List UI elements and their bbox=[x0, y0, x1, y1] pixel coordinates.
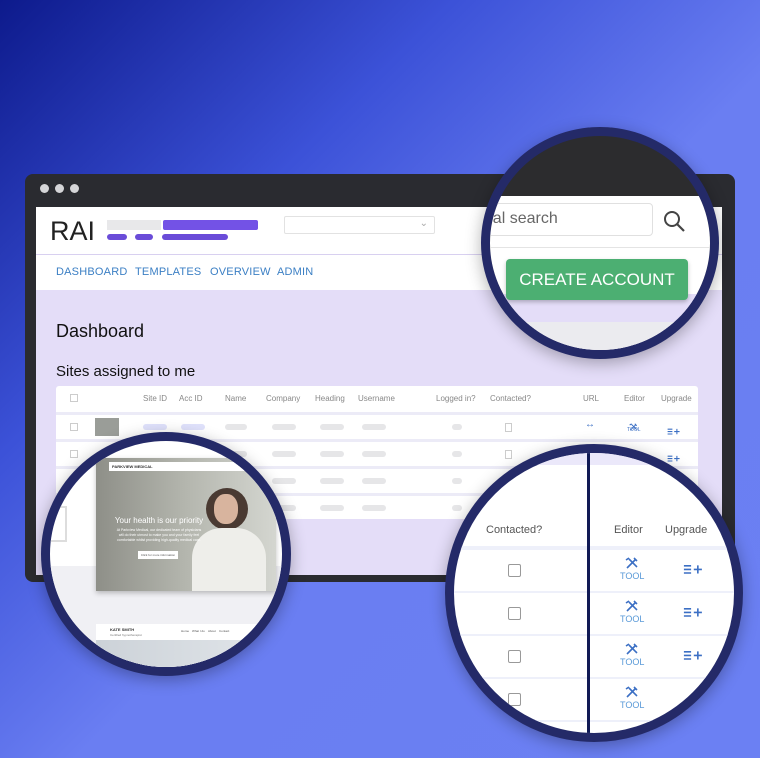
contacted-checkbox[interactable] bbox=[508, 650, 521, 663]
tool-label[interactable]: TOOL bbox=[627, 427, 641, 433]
acc-id-placeholder bbox=[181, 424, 205, 430]
global-search-input[interactable]: Global search bbox=[483, 203, 653, 236]
tool-label[interactable]: TOOL bbox=[620, 657, 644, 667]
cell-placeholder bbox=[272, 424, 296, 430]
cell-placeholder bbox=[272, 451, 296, 457]
section-title: Sites assigned to me bbox=[56, 363, 196, 380]
logged-in-indicator bbox=[452, 505, 462, 511]
template-thumbnail[interactable]: PARKVIEW MEDICAL Your health is our prio… bbox=[96, 458, 276, 591]
col-upgrade[interactable]: Upgrade bbox=[661, 394, 692, 403]
template-body: At Parkview Medical, our dedicated team … bbox=[116, 528, 202, 542]
logo: RAI bbox=[50, 216, 96, 246]
tool-label[interactable]: TOOL bbox=[620, 571, 644, 581]
template2-nav: Home bbox=[181, 629, 190, 633]
row-checkbox[interactable] bbox=[70, 423, 78, 431]
contacted-checkbox[interactable] bbox=[508, 607, 521, 620]
placeholder-bar bbox=[107, 220, 161, 230]
col-acc-id[interactable]: Acc ID bbox=[179, 394, 203, 403]
contacted-checkbox[interactable] bbox=[508, 693, 521, 706]
template2-brand: KATE SMITH bbox=[110, 627, 135, 632]
template-headline: Your health is our priority bbox=[114, 516, 204, 525]
table-row-zoom[interactable]: TOOL bbox=[454, 636, 734, 679]
tool-label[interactable]: TOOL bbox=[620, 700, 644, 710]
select-all-checkbox[interactable] bbox=[70, 394, 78, 402]
col-editor[interactable]: Editor bbox=[624, 394, 645, 403]
col-editor-zoom: Editor bbox=[614, 524, 643, 536]
logged-in-indicator bbox=[452, 478, 462, 484]
col-contacted[interactable]: Contacted? bbox=[490, 394, 531, 403]
cell-placeholder bbox=[362, 424, 386, 430]
cell-placeholder bbox=[362, 478, 386, 484]
magnifier-table-actions: Contacted? Editor Upgrade TOOL TOOL TOOL TO… bbox=[445, 444, 743, 742]
cell-placeholder bbox=[225, 424, 247, 430]
col-username[interactable]: Username bbox=[358, 394, 395, 403]
col-upgrade-zoom: Upgrade bbox=[665, 524, 708, 536]
template2-sub: Certified hypnotherapist bbox=[110, 633, 142, 637]
col-contacted-zoom: Contacted? bbox=[486, 524, 543, 536]
search-icon[interactable] bbox=[662, 209, 688, 235]
table-row-zoom[interactable]: TOOL bbox=[454, 550, 734, 593]
col-company[interactable]: Company bbox=[266, 394, 300, 403]
cell-placeholder bbox=[362, 505, 386, 511]
template2-nav: About bbox=[208, 629, 216, 633]
contacted-checkbox[interactable] bbox=[508, 564, 521, 577]
cell-placeholder bbox=[362, 451, 386, 457]
template2-nav: What I do bbox=[192, 629, 205, 633]
template2-nav: Contact bbox=[219, 629, 230, 633]
cell-placeholder bbox=[320, 424, 344, 430]
cell-placeholder bbox=[320, 478, 344, 484]
nav-admin[interactable]: ADMIN bbox=[277, 266, 313, 278]
col-name[interactable]: Name bbox=[225, 394, 246, 403]
placeholder-bar bbox=[135, 234, 153, 240]
placeholder-bar bbox=[162, 234, 228, 240]
placeholder-bar bbox=[107, 234, 127, 240]
site-dropdown[interactable]: ⌄ bbox=[284, 216, 435, 234]
template-brand: PARKVIEW MEDICAL bbox=[112, 464, 153, 469]
window-close-dot[interactable] bbox=[40, 184, 49, 193]
window-maximize-dot[interactable] bbox=[70, 184, 79, 193]
page-title: Dashboard bbox=[56, 321, 145, 341]
search-placeholder: Global search bbox=[483, 210, 558, 227]
table-row-zoom[interactable]: TOOL bbox=[454, 593, 734, 636]
col-logged-in[interactable]: Logged in? bbox=[436, 394, 476, 403]
eye-icon[interactable]: ↔ bbox=[585, 419, 595, 430]
col-heading[interactable]: Heading bbox=[315, 394, 345, 403]
chevron-down-icon: ⌄ bbox=[419, 218, 428, 229]
table-row-zoom[interactable]: TOOL bbox=[454, 679, 734, 722]
upgrade-icon[interactable] bbox=[683, 648, 703, 666]
placeholder-bar bbox=[163, 220, 258, 230]
cell-placeholder bbox=[320, 451, 344, 457]
col-site-id[interactable]: Site ID bbox=[143, 394, 167, 403]
nav-templates[interactable]: TEMPLATES bbox=[135, 266, 201, 278]
nav-overview[interactable]: OVERVIEW bbox=[210, 266, 271, 278]
create-account-button[interactable]: CREATE ACCOUNT bbox=[506, 259, 688, 300]
template-cta: Click for more information bbox=[138, 551, 178, 559]
col-url[interactable]: URL bbox=[583, 394, 599, 403]
tool-label[interactable]: TOOL bbox=[620, 614, 644, 624]
upgrade-icon[interactable] bbox=[683, 605, 703, 623]
magnifier-template-preview: PARKVIEW MEDICAL Your health is our prio… bbox=[41, 432, 291, 676]
upgrade-icon[interactable] bbox=[683, 562, 703, 580]
logged-in-indicator bbox=[452, 424, 462, 430]
magnifier-header: Global search CREATE ACCOUNT bbox=[481, 127, 719, 359]
cell-placeholder bbox=[320, 505, 344, 511]
site-thumbnail[interactable] bbox=[95, 418, 119, 436]
window-minimize-dot[interactable] bbox=[55, 184, 64, 193]
site-id-placeholder bbox=[143, 424, 167, 430]
contacted-checkbox[interactable] bbox=[505, 423, 512, 432]
row-checkbox[interactable] bbox=[70, 450, 78, 458]
nav-dashboard[interactable]: DASHBOARD bbox=[56, 266, 127, 278]
upgrade-icon[interactable] bbox=[667, 422, 680, 440]
